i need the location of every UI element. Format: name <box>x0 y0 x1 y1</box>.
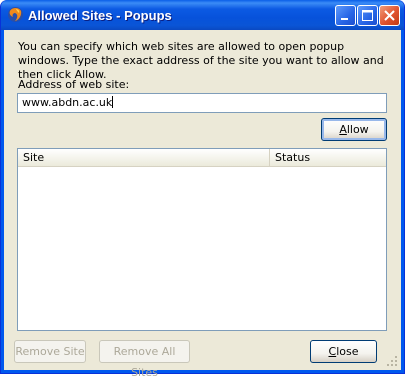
allow-button[interactable]: Allow <box>321 118 387 141</box>
description-text: You can specify which web sites are allo… <box>18 40 384 81</box>
column-header-status[interactable]: Status <box>270 149 386 166</box>
allow-accesskey: A <box>339 123 347 136</box>
window-title: Allowed Sites - Popups <box>28 8 172 23</box>
close-icon <box>384 10 395 21</box>
list-header: Site Status <box>18 149 386 167</box>
title-bar[interactable]: Allowed Sites - Popups <box>1 0 404 30</box>
close-button[interactable]: Close <box>310 340 377 363</box>
address-value: www.abdn.ac.uk <box>22 96 113 109</box>
remove-site-button[interactable]: Remove Site <box>14 340 86 363</box>
address-input[interactable]: www.abdn.ac.uk <box>17 93 387 113</box>
dialog-window: Allowed Sites - Popups You can specify w… <box>0 0 405 379</box>
site-list[interactable]: Site Status <box>17 148 387 331</box>
maximize-button[interactable] <box>357 5 378 26</box>
dialog-body: You can specify which web sites are allo… <box>4 30 401 379</box>
resize-grip-icon[interactable] <box>386 355 398 367</box>
text-caret <box>112 96 114 108</box>
allow-label-rest: llow <box>346 123 369 136</box>
close-label-rest: lose <box>336 345 359 358</box>
close-window-button[interactable] <box>379 5 400 26</box>
address-label: Address of web site: <box>18 78 130 91</box>
maximize-icon <box>362 10 373 21</box>
column-header-site[interactable]: Site <box>18 149 270 166</box>
minimize-button[interactable] <box>335 5 356 26</box>
minimize-icon <box>341 18 348 20</box>
firefox-icon <box>8 7 23 22</box>
remove-all-sites-button[interactable]: Remove All Sites <box>99 340 190 379</box>
